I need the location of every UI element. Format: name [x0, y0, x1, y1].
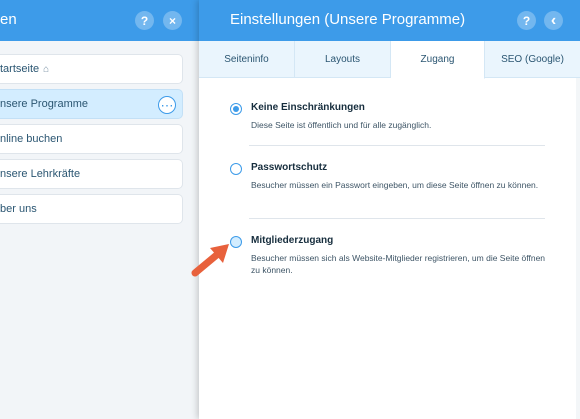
page-item-label: nline buchen — [0, 133, 63, 145]
scrollbar-track[interactable] — [576, 78, 580, 419]
help-icon[interactable]: ? — [517, 11, 536, 30]
page-item-label: nsere Lehrkräfte — [0, 168, 81, 180]
pages-panel: en ? × tartseite ⌂ nsere Programme ⋯ nli… — [0, 0, 199, 419]
back-icon[interactable]: ‹ — [544, 11, 563, 30]
tab-zugang[interactable]: Zugang — [391, 41, 485, 79]
settings-panel-header: Einstellungen (Unsere Programme) ? ‹ — [199, 0, 580, 41]
page-item-unsere-programme[interactable]: nsere Programme ⋯ — [0, 89, 183, 119]
pointer-arrow-icon — [191, 244, 229, 277]
tab-seiteninfo[interactable]: Seiteninfo — [199, 41, 295, 78]
settings-panel-title: Einstellungen (Unsere Programme) — [230, 11, 466, 28]
option-title: Passwortschutz — [251, 162, 328, 173]
page-item-startseite[interactable]: tartseite ⌂ — [0, 54, 183, 84]
page-item-label: tartseite — [0, 63, 40, 75]
settings-panel: Einstellungen (Unsere Programme) ? ‹ Sei… — [199, 0, 580, 419]
pages-panel-header: en ? × — [0, 0, 199, 41]
divider — [249, 218, 545, 219]
option-description: Diese Seite ist öffentlich und für alle … — [251, 120, 432, 130]
option-title: Mitgliederzugang — [251, 235, 334, 246]
option-description: Besucher müssen ein Passwort eingeben, u… — [251, 180, 539, 190]
page-item-ueber-uns[interactable]: ber uns — [0, 194, 183, 224]
option-title: Keine Einschränkungen — [251, 102, 365, 113]
help-icon[interactable]: ? — [135, 11, 154, 30]
option-description: Besucher müssen sich als Website-Mitglie… — [251, 253, 546, 275]
pages-panel-title: en — [0, 11, 17, 28]
radio-password[interactable] — [230, 163, 242, 175]
page-item-label: ber uns — [0, 203, 37, 215]
close-icon[interactable]: × — [163, 11, 182, 30]
page-item-online-buchen[interactable]: nline buchen — [0, 124, 183, 154]
radio-no-restrictions[interactable] — [230, 103, 242, 115]
tab-seo[interactable]: SEO (Google) — [485, 41, 580, 78]
page-list: tartseite ⌂ nsere Programme ⋯ nline buch… — [0, 54, 183, 229]
more-actions-icon[interactable]: ⋯ — [158, 96, 176, 114]
tab-layouts[interactable]: Layouts — [295, 41, 391, 78]
divider — [249, 145, 545, 146]
home-icon: ⌂ — [43, 63, 50, 75]
settings-tabs: Seiteninfo Layouts Zugang SEO (Google) — [199, 41, 580, 79]
page-item-label: nsere Programme — [0, 98, 89, 110]
page-item-unsere-lehrkraefte[interactable]: nsere Lehrkräfte — [0, 159, 183, 189]
